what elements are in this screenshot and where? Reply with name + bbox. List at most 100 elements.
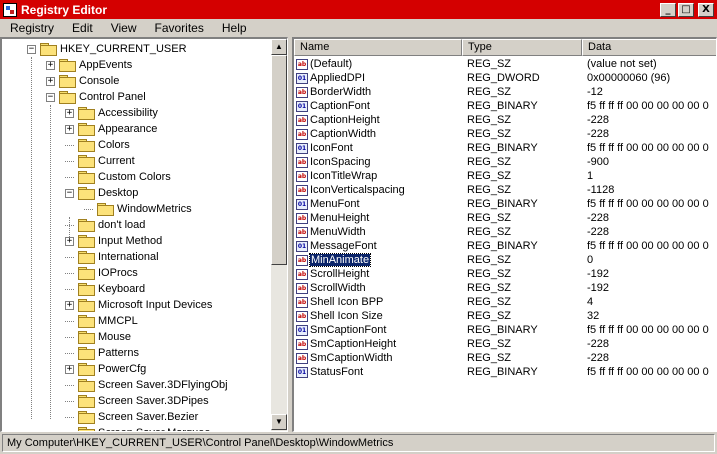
value-name[interactable]: IconVerticalspacing bbox=[310, 184, 405, 196]
scroll-up-button[interactable]: ▲ bbox=[271, 39, 287, 55]
menu-help[interactable]: Help bbox=[216, 21, 247, 35]
expand-icon[interactable]: + bbox=[65, 108, 74, 118]
tree-item-label[interactable]: don't load bbox=[98, 219, 145, 231]
tree-item[interactable]: Screen Saver.3DFlyingObj bbox=[65, 377, 228, 393]
value-name-cell[interactable]: ab IconTitleWrap bbox=[296, 169, 377, 183]
close-button[interactable]: X bbox=[698, 2, 714, 17]
tree-item[interactable]: + Microsoft Input Devices bbox=[65, 297, 212, 313]
value-name[interactable]: CaptionWidth bbox=[310, 128, 376, 140]
value-name[interactable]: ScrollWidth bbox=[310, 282, 366, 294]
value-row[interactable]: ab Shell Icon Size REG_SZ 32 bbox=[294, 309, 716, 323]
tree-item[interactable]: + Appearance bbox=[65, 121, 157, 137]
tree-item-label[interactable]: Keyboard bbox=[98, 283, 145, 295]
tree-item[interactable]: IOProcs bbox=[65, 265, 138, 281]
value-name[interactable]: ScrollHeight bbox=[310, 268, 369, 280]
value-name-cell[interactable]: 01 SmCaptionFont bbox=[296, 323, 386, 337]
tree-item-label[interactable]: PowerCfg bbox=[98, 363, 146, 375]
tree-item-label[interactable]: Colors bbox=[98, 139, 130, 151]
tree-item-label[interactable]: Console bbox=[79, 75, 119, 87]
collapse-icon[interactable]: − bbox=[27, 44, 36, 54]
tree-item[interactable]: − Desktop bbox=[65, 185, 138, 201]
value-name-cell[interactable]: ab CaptionWidth bbox=[296, 127, 376, 141]
value-row[interactable]: 01 AppliedDPI REG_DWORD 0x00000060 (96) bbox=[294, 71, 716, 85]
maximize-button[interactable]: □ bbox=[678, 2, 694, 17]
value-name-cell[interactable]: ab MinAnimate bbox=[296, 253, 372, 267]
value-name[interactable]: Shell Icon Size bbox=[310, 310, 383, 322]
value-name[interactable]: MenuWidth bbox=[310, 226, 366, 238]
value-name[interactable]: (Default) bbox=[310, 58, 352, 70]
tree-item[interactable]: don't load bbox=[65, 217, 145, 233]
value-name[interactable]: IconFont bbox=[310, 142, 353, 154]
value-row[interactable]: 01 StatusFont REG_BINARY f5 ff ff ff 00 00 … bbox=[294, 365, 716, 379]
tree-item[interactable]: Current bbox=[65, 153, 135, 169]
tree-item-label[interactable]: International bbox=[98, 251, 159, 263]
value-name[interactable]: CaptionFont bbox=[310, 100, 370, 112]
menu-view[interactable]: View bbox=[105, 21, 137, 35]
expand-icon[interactable]: + bbox=[46, 76, 55, 86]
scroll-thumb[interactable] bbox=[271, 55, 287, 265]
scroll-down-button[interactable]: ▼ bbox=[271, 414, 287, 430]
value-name[interactable]: CaptionHeight bbox=[310, 114, 380, 126]
tree-item[interactable]: MMCPL bbox=[65, 313, 138, 329]
value-name[interactable]: MenuFont bbox=[310, 198, 360, 210]
tree-item-label[interactable]: Screen Saver.3DFlyingObj bbox=[98, 379, 228, 391]
tree-item[interactable]: Patterns bbox=[65, 345, 139, 361]
value-row[interactable]: 01 MessageFont REG_BINARY f5 ff ff ff 00 00… bbox=[294, 239, 716, 253]
value-name-cell[interactable]: ab (Default) bbox=[296, 57, 352, 71]
tree-item-label[interactable]: Appearance bbox=[98, 123, 157, 135]
value-name-cell[interactable]: ab SmCaptionWidth bbox=[296, 351, 393, 365]
tree-item-label[interactable]: Screen Saver.Bezier bbox=[98, 411, 198, 423]
key-tree[interactable]: − HKEY_CURRENT_USER + AppEvents + Console − Con… bbox=[2, 39, 272, 431]
value-name-cell[interactable]: ab CaptionHeight bbox=[296, 113, 380, 127]
tree-item[interactable]: Mouse bbox=[65, 329, 131, 345]
value-row[interactable]: ab SmCaptionWidth REG_SZ -228 bbox=[294, 351, 716, 365]
column-header-name[interactable]: Name bbox=[294, 39, 462, 56]
value-row[interactable]: ab SmCaptionHeight REG_SZ -228 bbox=[294, 337, 716, 351]
value-name[interactable]: AppliedDPI bbox=[310, 72, 365, 84]
value-name[interactable]: SmCaptionWidth bbox=[310, 352, 393, 364]
tree-item-label[interactable]: Custom Colors bbox=[98, 171, 171, 183]
expand-icon[interactable]: + bbox=[65, 364, 74, 374]
expand-icon[interactable]: + bbox=[46, 60, 55, 70]
value-name-cell[interactable]: ab IconSpacing bbox=[296, 155, 371, 169]
value-row[interactable]: ab IconVerticalspacing REG_SZ -1128 bbox=[294, 183, 716, 197]
value-row[interactable]: ab (Default) REG_SZ (value not set) bbox=[294, 57, 716, 71]
tree-item[interactable]: Screen Saver.Marquee bbox=[65, 425, 211, 431]
value-name-cell[interactable]: ab MenuHeight bbox=[296, 211, 369, 225]
value-row[interactable]: ab IconSpacing REG_SZ -900 bbox=[294, 155, 716, 169]
tree-item-label[interactable]: Current bbox=[98, 155, 135, 167]
tree-scrollbar[interactable]: ▲ ▼ bbox=[271, 39, 287, 431]
tree-item[interactable]: + PowerCfg bbox=[65, 361, 146, 377]
value-name-cell[interactable]: ab ScrollHeight bbox=[296, 267, 369, 281]
value-name-cell[interactable]: ab IconVerticalspacing bbox=[296, 183, 405, 197]
value-name-cell[interactable]: 01 MessageFont bbox=[296, 239, 377, 253]
collapse-icon[interactable]: − bbox=[65, 188, 74, 198]
tree-item[interactable]: Colors bbox=[65, 137, 130, 153]
value-name[interactable]: IconTitleWrap bbox=[310, 170, 377, 182]
tree-item[interactable]: Screen Saver.Bezier bbox=[65, 409, 198, 425]
value-row[interactable]: ab MenuWidth REG_SZ -228 bbox=[294, 225, 716, 239]
tree-item[interactable]: − Control Panel bbox=[46, 89, 146, 105]
value-name[interactable]: StatusFont bbox=[310, 366, 363, 378]
value-row[interactable]: 01 MenuFont REG_BINARY f5 ff ff ff 00 00 00… bbox=[294, 197, 716, 211]
value-name-cell[interactable]: 01 MenuFont bbox=[296, 197, 360, 211]
tree-item-label[interactable]: AppEvents bbox=[79, 59, 132, 71]
title-bar[interactable]: Registry Editor _ □ X bbox=[0, 0, 717, 19]
tree-item-label[interactable]: MMCPL bbox=[98, 315, 138, 327]
value-row[interactable]: 01 SmCaptionFont REG_BINARY f5 ff ff ff 00 … bbox=[294, 323, 716, 337]
value-row[interactable]: ab CaptionWidth REG_SZ -228 bbox=[294, 127, 716, 141]
tree-item[interactable]: + Console bbox=[46, 73, 119, 89]
expand-icon[interactable]: + bbox=[65, 124, 74, 134]
value-name-cell[interactable]: ab SmCaptionHeight bbox=[296, 337, 396, 351]
tree-item[interactable]: Custom Colors bbox=[65, 169, 171, 185]
value-row[interactable]: ab BorderWidth REG_SZ -12 bbox=[294, 85, 716, 99]
minimize-button[interactable]: _ bbox=[660, 2, 676, 17]
values-list-pane[interactable]: Name Type Data ab (Default) REG_SZ (value n… bbox=[292, 37, 717, 432]
value-name-cell[interactable]: ab Shell Icon Size bbox=[296, 309, 383, 323]
value-row[interactable]: 01 IconFont REG_BINARY f5 ff ff ff 00 00 00… bbox=[294, 141, 716, 155]
value-name-cell[interactable]: ab Shell Icon BPP bbox=[296, 295, 383, 309]
value-name[interactable]: SmCaptionHeight bbox=[310, 338, 396, 350]
tree-item-label[interactable]: Screen Saver.3DPipes bbox=[98, 395, 209, 407]
value-name-cell[interactable]: 01 CaptionFont bbox=[296, 99, 370, 113]
value-name-cell[interactable]: ab MenuWidth bbox=[296, 225, 366, 239]
